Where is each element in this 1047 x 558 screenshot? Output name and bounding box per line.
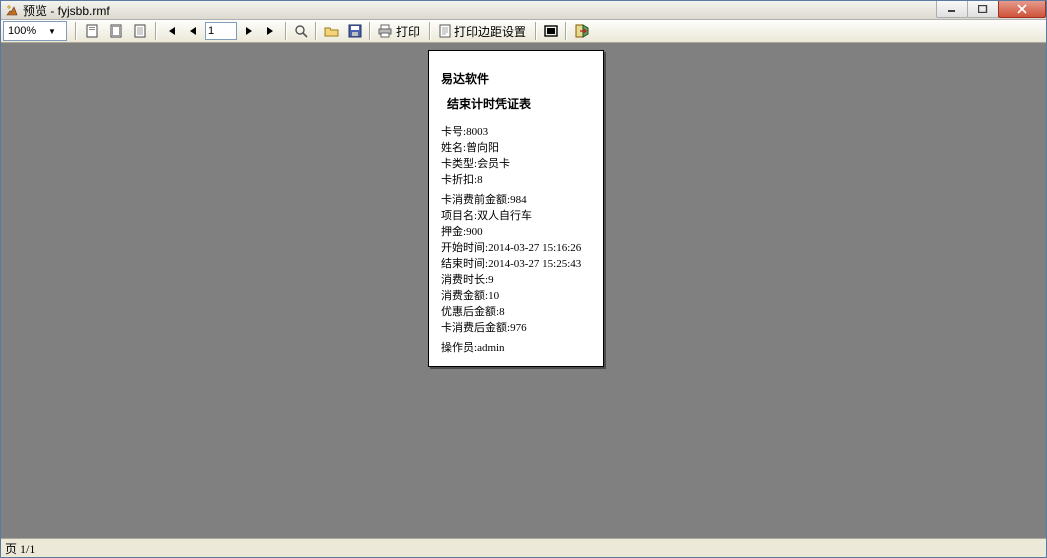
title-bar: 预览 - fyjsbb.rmf xyxy=(1,1,1046,20)
row-end-time: 结束时间:2014-03-27 15:25:43 xyxy=(441,256,593,272)
row-balance-before: 卡消费前金额:984 xyxy=(441,192,593,208)
zoom-input[interactable] xyxy=(6,24,46,38)
status-bar: 页 1/1 xyxy=(1,538,1046,557)
zoom-combo[interactable]: ▼ xyxy=(3,21,67,41)
separator xyxy=(155,22,157,40)
search-button[interactable] xyxy=(291,21,311,41)
window-title: 预览 - fyjsbb.rmf xyxy=(23,2,110,19)
save-button[interactable] xyxy=(345,21,365,41)
separator xyxy=(315,22,317,40)
status-page-indicator: 页 1/1 xyxy=(5,540,35,557)
last-page-button[interactable] xyxy=(261,21,281,41)
document-title: 结束计时凭证表 xyxy=(441,95,593,112)
next-page-button[interactable] xyxy=(239,21,259,41)
exit-button[interactable] xyxy=(571,21,593,41)
first-page-button[interactable] xyxy=(161,21,181,41)
row-card-type: 卡类型:会员卡 xyxy=(441,156,593,172)
separator xyxy=(565,22,567,40)
row-card-no: 卡号:8003 xyxy=(441,124,593,140)
zoom-whole-page-button[interactable] xyxy=(105,21,127,41)
row-deposit: 押金:900 xyxy=(441,224,593,240)
row-discount: 卡折扣:8 xyxy=(441,172,593,188)
minimize-button[interactable] xyxy=(936,1,968,18)
outline-toggle-button[interactable] xyxy=(541,21,561,41)
prev-page-button[interactable] xyxy=(183,21,203,41)
window-controls xyxy=(937,1,1046,19)
zoom-100-button[interactable] xyxy=(129,21,151,41)
row-amount: 消费金额:10 xyxy=(441,288,593,304)
toolbar: ▼ xyxy=(1,20,1046,43)
row-name: 姓名:曾向阳 xyxy=(441,140,593,156)
app-icon xyxy=(5,3,19,17)
maximize-button[interactable] xyxy=(967,1,999,18)
row-duration: 消费时长:9 xyxy=(441,272,593,288)
separator xyxy=(369,22,371,40)
row-item: 项目名:双人自行车 xyxy=(441,208,593,224)
separator xyxy=(429,22,431,40)
page-setup-label: 打印边距设置 xyxy=(452,23,528,40)
row-balance-after: 卡消费后金额:976 xyxy=(441,320,593,336)
row-after-discount: 优惠后金额:8 xyxy=(441,304,593,320)
open-button[interactable] xyxy=(321,21,343,41)
page-canvas: 易达软件 结束计时凭证表 卡号:8003 姓名:曾向阳 卡类型:会员卡 卡折扣:… xyxy=(428,50,604,367)
separator xyxy=(535,22,537,40)
zoom-page-width-button[interactable] xyxy=(81,21,103,41)
page-setup-button[interactable]: 打印边距设置 xyxy=(435,21,531,41)
separator xyxy=(285,22,287,40)
row-start-time: 开始时间:2014-03-27 15:16:26 xyxy=(441,240,593,256)
chevron-down-icon[interactable]: ▼ xyxy=(46,27,58,36)
separator xyxy=(75,22,77,40)
close-button[interactable] xyxy=(998,1,1046,18)
app-window: 预览 - fyjsbb.rmf ▼ xyxy=(0,0,1047,558)
print-label: 打印 xyxy=(394,23,422,40)
title-bar-left: 预览 - fyjsbb.rmf xyxy=(5,2,110,19)
row-operator: 操作员:admin xyxy=(441,340,593,356)
page-number-input[interactable] xyxy=(205,22,237,40)
preview-viewport[interactable]: 易达软件 结束计时凭证表 卡号:8003 姓名:曾向阳 卡类型:会员卡 卡折扣:… xyxy=(1,43,1046,538)
company-name: 易达软件 xyxy=(441,70,593,87)
print-button[interactable]: 打印 xyxy=(375,21,425,41)
